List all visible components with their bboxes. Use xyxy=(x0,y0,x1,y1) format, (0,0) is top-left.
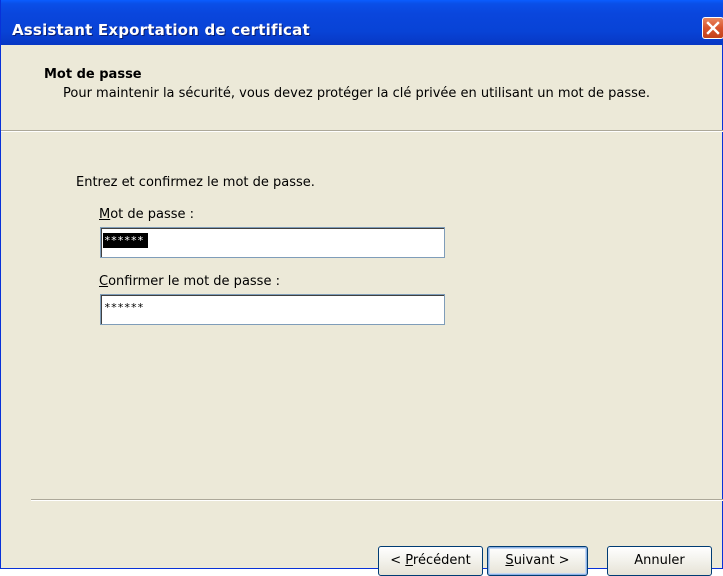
confirm-password-field[interactable]: ****** xyxy=(100,294,445,325)
window-title: Assistant Exportation de certificat xyxy=(12,21,310,39)
certificate-export-wizard-window: Assistant Exportation de certificat Mot … xyxy=(0,0,723,576)
password-label-accelerator: M xyxy=(99,207,111,222)
confirm-password-label-accelerator: C xyxy=(99,274,109,289)
back-button-accelerator: P xyxy=(405,553,413,568)
page-description: Pour maintenir la sécurité, vous devez p… xyxy=(63,86,651,101)
back-button-label: récédent xyxy=(412,553,471,568)
cancel-button[interactable]: Annuler xyxy=(607,546,712,576)
back-button[interactable]: < Précédent xyxy=(378,546,483,576)
password-value: ****** xyxy=(103,233,148,248)
password-label-text: ot de passe : xyxy=(110,207,195,222)
back-button-prefix: < xyxy=(390,553,406,568)
header-separator xyxy=(1,130,723,132)
password-label: Mot de passe : xyxy=(99,207,194,222)
confirm-password-label: Confirmer le mot de passe : xyxy=(99,274,280,289)
footer-separator xyxy=(31,499,723,501)
next-button[interactable]: Suivant > xyxy=(487,546,588,576)
close-icon xyxy=(706,21,720,35)
next-button-accelerator: S xyxy=(505,553,514,568)
confirm-password-value: ****** xyxy=(104,301,144,314)
password-field[interactable]: ****** xyxy=(100,227,445,258)
page-heading: Mot de passe xyxy=(44,67,142,82)
instruction-text: Entrez et confirmez le mot de passe. xyxy=(76,175,315,190)
close-button[interactable] xyxy=(702,17,723,39)
confirm-password-label-text: onfirmer le mot de passe : xyxy=(108,274,280,289)
title-bar[interactable]: Assistant Exportation de certificat xyxy=(1,0,723,45)
next-button-label: uivant > xyxy=(513,553,570,568)
